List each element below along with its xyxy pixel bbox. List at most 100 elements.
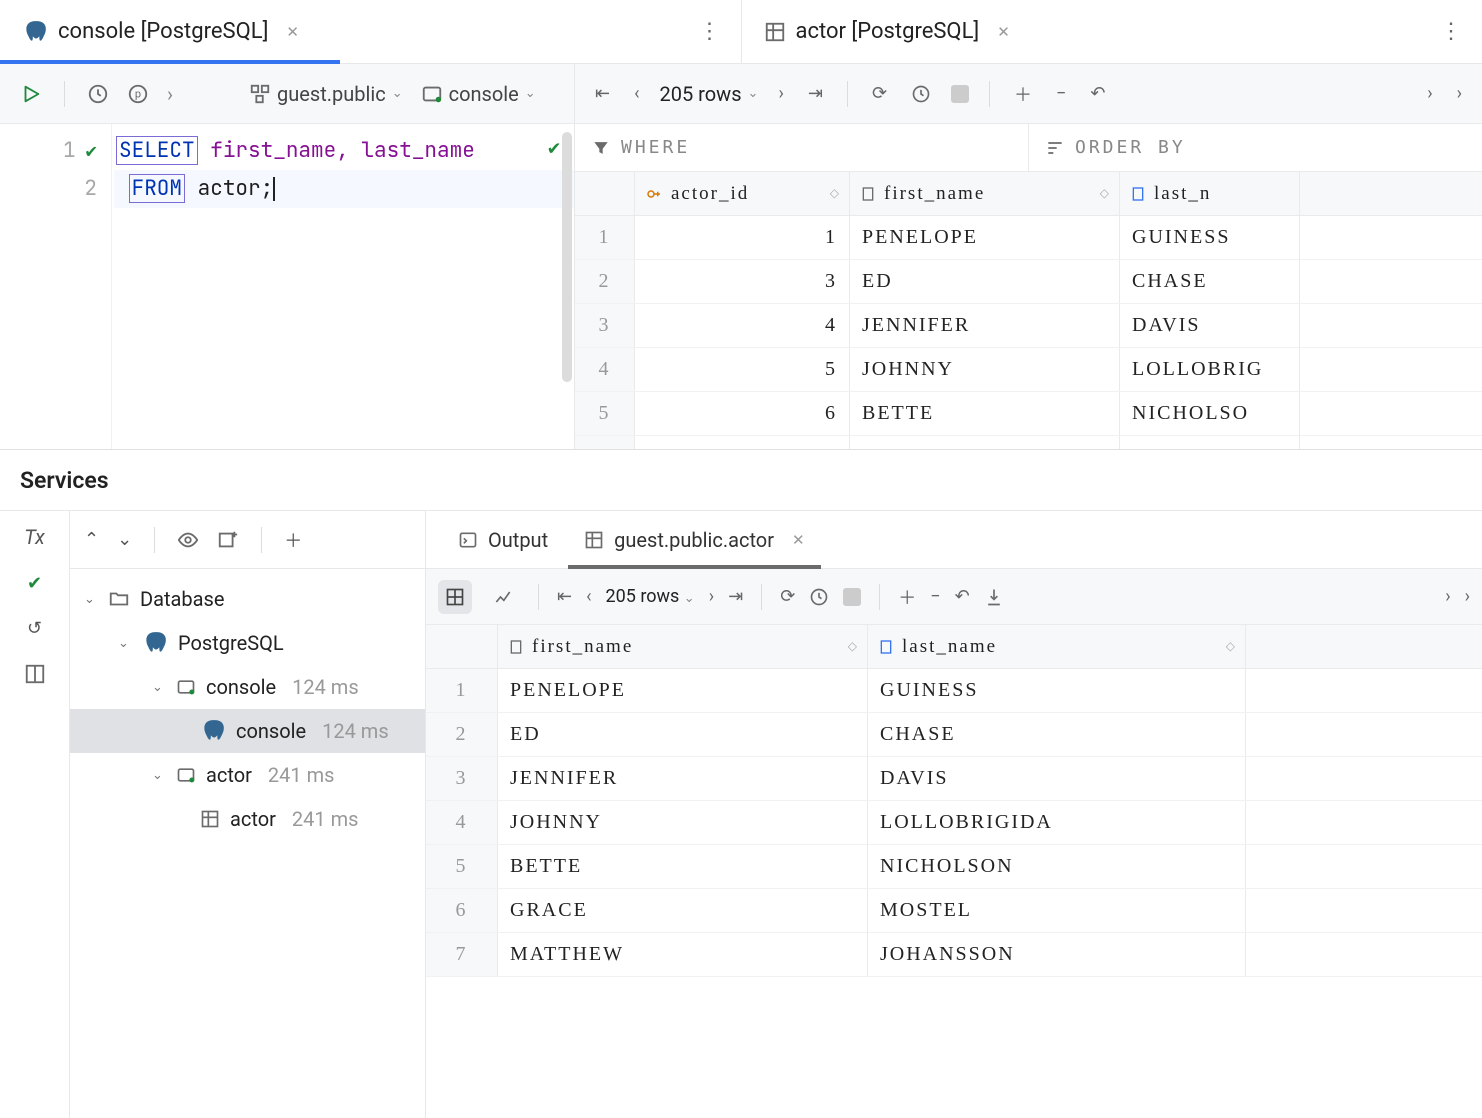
chevron-right-icon[interactable]: ›: [1445, 586, 1450, 607]
cell-last-name[interactable]: GUINESS: [868, 669, 1246, 712]
revert-icon[interactable]: ↶: [955, 586, 970, 607]
collapse-up-icon[interactable]: ⌃: [84, 529, 99, 550]
stop-icon[interactable]: [951, 85, 969, 103]
check-icon[interactable]: ✔: [27, 573, 42, 594]
col-header-last-name[interactable]: last_n: [1120, 172, 1300, 215]
cell-first-name[interactable]: ED: [498, 713, 868, 756]
col-header-last-name[interactable]: last_name◇: [868, 625, 1246, 668]
cell-last-name[interactable]: NICHOLSO: [1120, 392, 1300, 435]
cell-last-name[interactable]: MOSTEL: [868, 889, 1246, 932]
tx-label[interactable]: Tx: [24, 525, 44, 549]
cell-first-name[interactable]: PENELOPE: [498, 669, 868, 712]
tree-console-query[interactable]: ⌄ console 124 ms: [70, 665, 425, 709]
first-page-icon[interactable]: ⇤: [591, 79, 614, 108]
first-page-icon[interactable]: ⇤: [557, 586, 572, 607]
cell-actor-id[interactable]: 6: [635, 392, 850, 435]
cell-last-name[interactable]: DAVIS: [868, 757, 1246, 800]
stop-icon[interactable]: [843, 588, 861, 606]
cell-first-name[interactable]: GRACE: [850, 436, 1120, 449]
tab-more-icon[interactable]: ⋮: [1440, 19, 1462, 44]
cell-actor-id[interactable]: 3: [635, 260, 850, 303]
output-tab[interactable]: Output: [442, 511, 564, 568]
tree-database[interactable]: ⌄ Database: [70, 577, 425, 621]
cell-last-name[interactable]: CHASE: [1120, 260, 1300, 303]
new-tab-icon[interactable]: [217, 529, 239, 551]
cell-last-name[interactable]: CHASE: [868, 713, 1246, 756]
table-row[interactable]: 6GRACEMOSTEL: [426, 889, 1482, 933]
table-row[interactable]: 34JENNIFERDAVIS: [575, 304, 1482, 348]
revert-icon[interactable]: ↶: [1086, 79, 1109, 108]
tree-actor-result[interactable]: actor 241 ms: [70, 797, 425, 841]
cell-first-name[interactable]: PENELOPE: [850, 216, 1120, 259]
remove-icon[interactable]: −: [1052, 79, 1070, 108]
remove-icon[interactable]: −: [930, 586, 940, 607]
col-header-actor-id[interactable]: actor_id◇: [635, 172, 850, 215]
refresh-icon[interactable]: ⟳: [868, 79, 891, 108]
tab-console[interactable]: console [PostgreSQL] ✕: [0, 0, 321, 63]
table-tab[interactable]: guest.public.actor ✕: [568, 511, 820, 568]
cell-first-name[interactable]: BETTE: [850, 392, 1120, 435]
table-row[interactable]: 11PENELOPEGUINESS: [575, 216, 1482, 260]
table-row[interactable]: 1PENELOPEGUINESS: [426, 669, 1482, 713]
session-selector[interactable]: console ⌄: [421, 82, 536, 106]
where-filter[interactable]: WHERE: [575, 124, 1029, 171]
clock-icon[interactable]: [907, 80, 935, 108]
code-editor[interactable]: 1✔ 2 SELECT first_name, last_name FROM a…: [0, 124, 574, 449]
cell-first-name[interactable]: JOHNNY: [850, 348, 1120, 391]
table-row[interactable]: 23EDCHASE: [575, 260, 1482, 304]
close-icon[interactable]: ✕: [286, 23, 299, 41]
add-icon[interactable]: ＋: [898, 584, 916, 610]
orderby-filter[interactable]: ORDER BY: [1029, 124, 1482, 171]
add-icon[interactable]: ＋: [1010, 77, 1036, 111]
revert-icon[interactable]: ↺: [27, 618, 42, 639]
cell-first-name[interactable]: GRACE: [498, 889, 868, 932]
tree-actor-query[interactable]: ⌄ actor 241 ms: [70, 753, 425, 797]
table-row[interactable]: 67GRACEMOSTEL: [575, 436, 1482, 449]
cell-last-name[interactable]: JOHANSSON: [868, 933, 1246, 976]
col-header-first-name[interactable]: first_name◇: [850, 172, 1120, 215]
cell-first-name[interactable]: JOHNNY: [498, 801, 868, 844]
prev-page-icon[interactable]: ‹: [586, 586, 591, 607]
cell-actor-id[interactable]: 7: [635, 436, 850, 449]
tab-actor[interactable]: actor [PostgreSQL] ✕: [742, 0, 1032, 63]
tab-more-icon[interactable]: ⋮: [699, 19, 721, 44]
chevron-right-icon[interactable]: ›: [167, 82, 173, 106]
cell-actor-id[interactable]: 5: [635, 348, 850, 391]
cell-first-name[interactable]: ED: [850, 260, 1120, 303]
cell-last-name[interactable]: LOLLOBRIGIDA: [868, 801, 1246, 844]
table-row[interactable]: 5BETTENICHOLSON: [426, 845, 1482, 889]
clock-icon[interactable]: [809, 587, 829, 607]
last-page-icon[interactable]: ⇥: [804, 79, 827, 108]
prev-page-icon[interactable]: ‹: [630, 79, 643, 108]
schema-selector[interactable]: guest.public ⌄: [249, 82, 403, 106]
cell-last-name[interactable]: LOLLOBRIG: [1120, 348, 1300, 391]
cell-last-name[interactable]: GUINESS: [1120, 216, 1300, 259]
cell-first-name[interactable]: BETTE: [498, 845, 868, 888]
cell-first-name[interactable]: JENNIFER: [850, 304, 1120, 347]
layout-icon[interactable]: [24, 663, 46, 685]
cell-last-name[interactable]: NICHOLSON: [868, 845, 1246, 888]
grid-mode-button[interactable]: [438, 580, 472, 614]
table-row[interactable]: 45JOHNNYLOLLOBRIG: [575, 348, 1482, 392]
row-count[interactable]: 205 rows ⌄: [660, 82, 759, 106]
close-icon[interactable]: ✕: [792, 531, 805, 549]
table-row[interactable]: 3JENNIFERDAVIS: [426, 757, 1482, 801]
cell-first-name[interactable]: MATTHEW: [498, 933, 868, 976]
close-icon[interactable]: ✕: [997, 23, 1010, 41]
table-row[interactable]: 2EDCHASE: [426, 713, 1482, 757]
collapse-down-icon[interactable]: ⌄: [117, 529, 132, 550]
cell-actor-id[interactable]: 1: [635, 216, 850, 259]
table-row[interactable]: 56BETTENICHOLSO: [575, 392, 1482, 436]
table-row[interactable]: 4JOHNNYLOLLOBRIGIDA: [426, 801, 1482, 845]
eye-icon[interactable]: [177, 529, 199, 551]
chevron-right-icon[interactable]: ›: [1465, 586, 1470, 607]
cell-last-name[interactable]: DAVIS: [1120, 304, 1300, 347]
row-count[interactable]: 205 rows ⌄: [606, 586, 695, 607]
export-icon[interactable]: [984, 587, 1004, 607]
col-header-first-name[interactable]: first_name◇: [498, 625, 868, 668]
playground-icon[interactable]: p: [127, 83, 149, 105]
cell-actor-id[interactable]: 4: [635, 304, 850, 347]
chevron-right-icon[interactable]: ›: [1453, 79, 1466, 108]
add-icon[interactable]: ＋: [284, 527, 302, 553]
next-page-icon[interactable]: ›: [774, 79, 787, 108]
